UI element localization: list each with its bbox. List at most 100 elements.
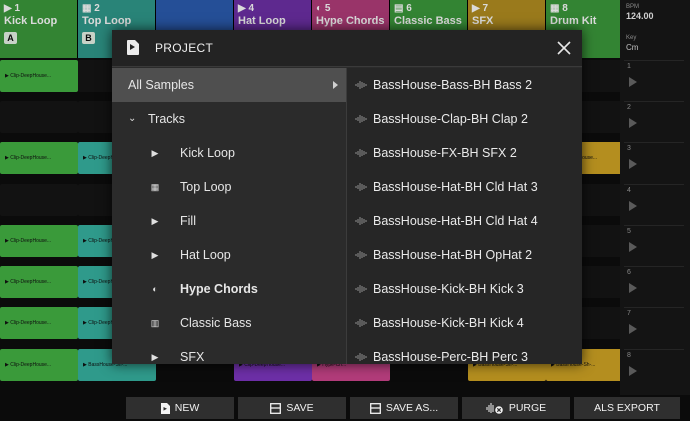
sample-list-item[interactable]: BassHouse-Bass-BH Bass 2 (347, 68, 582, 102)
sample-list-item[interactable]: BassHouse-Clap-BH Clap 2 (347, 102, 582, 136)
nav-item-track[interactable]: ▶ Kick Loop (112, 136, 346, 170)
chevron-down-icon: ⌄ (128, 113, 137, 124)
tempo-label: BPM (626, 4, 640, 10)
nav-item-label: Hat Loop (180, 248, 231, 262)
scene-launch[interactable]: 8 (624, 349, 684, 385)
play-icon (629, 283, 637, 293)
waveform-icon (355, 251, 367, 259)
play-icon (629, 201, 637, 211)
new-label: NEW (174, 402, 200, 415)
play-track-icon: ▶ (151, 352, 159, 362)
play-track-icon: ▶ (151, 216, 159, 226)
close-icon (557, 41, 571, 55)
scene-launch[interactable]: 1 (624, 60, 684, 96)
track-name: SFX (472, 15, 494, 27)
clip-slot[interactable]: ▶ Clip-DeepHouse... (0, 307, 78, 339)
empty-clip-slot[interactable] (0, 101, 78, 133)
clip-slot[interactable]: ▶ Clip-DeepHouse... (0, 349, 78, 381)
sample-list-item[interactable]: BassHouse-Hat-BH Cld Hat 3 (347, 170, 582, 204)
sample-list-item[interactable]: BassHouse-Hat-BH OpHat 2 (347, 238, 582, 272)
nav-item-label: Kick Loop (180, 146, 235, 160)
nav-item-all-samples[interactable]: All Samples (112, 68, 346, 102)
scene-number: 1 (627, 63, 631, 70)
track-name: Classic Bass (394, 15, 462, 27)
scene-number: 2 (627, 104, 631, 111)
track-name: Drum Kit (550, 15, 597, 27)
scene-column: BPM 124.00 Key Cm 1 2 3 4 5 6 7 8 (620, 0, 690, 395)
track-number: ▦ 2 (82, 3, 100, 14)
nav-item-label: SFX (180, 350, 205, 364)
scene-launch[interactable]: 7 (624, 307, 684, 343)
nav-item-label: Classic Bass (180, 316, 252, 330)
waveform-icon (355, 183, 367, 191)
clip-slot[interactable]: ▶ Clip-DeepHouse... (0, 225, 78, 257)
scene-number: 5 (627, 228, 631, 235)
save-as-button[interactable]: SAVE AS... (350, 397, 458, 419)
purge-label: PURGE (508, 402, 547, 415)
track-number: ▶ 7 (472, 3, 489, 14)
empty-clip-slot[interactable] (0, 184, 78, 216)
key-label: Key (626, 35, 637, 41)
sample-name: BassHouse-Kick-BH Kick 3 (373, 282, 524, 296)
track-header[interactable]: ▶ 1 Kick Loop A (0, 0, 78, 58)
track-name: Kick Loop (4, 15, 58, 27)
scene-number: 8 (627, 352, 631, 359)
nav-item-track[interactable]: ◐ Hype Chords (112, 272, 346, 306)
sample-list-item[interactable]: BassHouse-Perc-BH Perc 3 (347, 340, 582, 364)
scene-launch[interactable]: 5 (624, 225, 684, 261)
clip-slot[interactable]: ▶ Clip-DeepHouse... (0, 266, 78, 298)
waveform-icon (355, 353, 367, 361)
nav-item-label: Top Loop (180, 180, 232, 194)
play-icon (629, 366, 637, 376)
purge-waveform-icon (486, 403, 503, 415)
key-value[interactable]: Cm (626, 43, 638, 52)
track-group-badge: A (4, 32, 17, 44)
scene-launch[interactable]: 2 (624, 101, 684, 137)
sample-name: BassHouse-FX-BH SFX 2 (373, 146, 517, 160)
track-group-badge: B (82, 32, 95, 44)
tempo-value[interactable]: 124.00 (626, 11, 654, 21)
nav-item-track[interactable]: ▶ Hat Loop (112, 238, 346, 272)
sample-name: BassHouse-Clap-BH Clap 2 (373, 112, 528, 126)
new-file-icon (160, 402, 170, 414)
nav-item-label: Hype Chords (180, 282, 258, 296)
nav-item-track[interactable]: ▶ SFX (112, 340, 346, 364)
nav-item-track[interactable]: ▦ Top Loop (112, 170, 346, 204)
waveform-icon (355, 81, 367, 89)
sample-list-item[interactable]: BassHouse-FX-BH SFX 2 (347, 136, 582, 170)
scene-number: 4 (627, 187, 631, 194)
project-dialog: PROJECT All Samples ⌄ Tracks ▶ Kick Loop ▦ Top… (112, 30, 582, 364)
play-track-icon: ▶ (151, 148, 159, 158)
sample-list-item[interactable]: BassHouse-Kick-BH Kick 4 (347, 306, 582, 340)
grid-track-icon: ▦ (150, 182, 160, 192)
save-button[interactable]: SAVE (238, 397, 346, 419)
dialog-title: PROJECT (155, 41, 214, 55)
half-circle-track-icon: ◐ (152, 284, 158, 294)
clip-slot[interactable]: ▶ Clip-DeepHouse... (0, 142, 78, 174)
clip-slot[interactable]: ▶ Clip-DeepHouse... (0, 60, 78, 92)
sample-name: BassHouse-Hat-BH OpHat 2 (373, 248, 533, 262)
waveform-icon (355, 115, 367, 123)
new-button[interactable]: NEW (126, 397, 234, 419)
track-number: ▦ 8 (550, 3, 568, 14)
sample-list-item[interactable]: BassHouse-Kick-BH Kick 3 (347, 272, 582, 306)
nav-item-track[interactable]: ▶ Fill (112, 204, 346, 238)
sample-list-item[interactable]: BassHouse-Hat-BH Cld Hat 4 (347, 204, 582, 238)
scene-number: 6 (627, 269, 631, 276)
save-label: SAVE (286, 402, 314, 415)
nav-item-label: All Samples (128, 78, 194, 92)
scene-launch[interactable]: 6 (624, 266, 684, 302)
scene-launch[interactable]: 3 (624, 142, 684, 178)
close-button[interactable] (554, 38, 574, 58)
scene-launch[interactable]: 4 (624, 184, 684, 220)
track-number: ▶ 4 (238, 3, 255, 14)
nav-item-track[interactable]: ▥ Classic Bass (112, 306, 346, 340)
als-export-button[interactable]: ALS EXPORT (574, 397, 680, 419)
nav-item-tracks[interactable]: ⌄ Tracks (112, 102, 346, 136)
sample-name: BassHouse-Hat-BH Cld Hat 3 (373, 180, 538, 194)
keys-track-icon: ▥ (150, 318, 160, 328)
nav-item-label: Tracks (148, 112, 186, 126)
save-icon (270, 402, 282, 414)
purge-button[interactable]: PURGE (462, 397, 570, 419)
play-icon (629, 242, 637, 252)
